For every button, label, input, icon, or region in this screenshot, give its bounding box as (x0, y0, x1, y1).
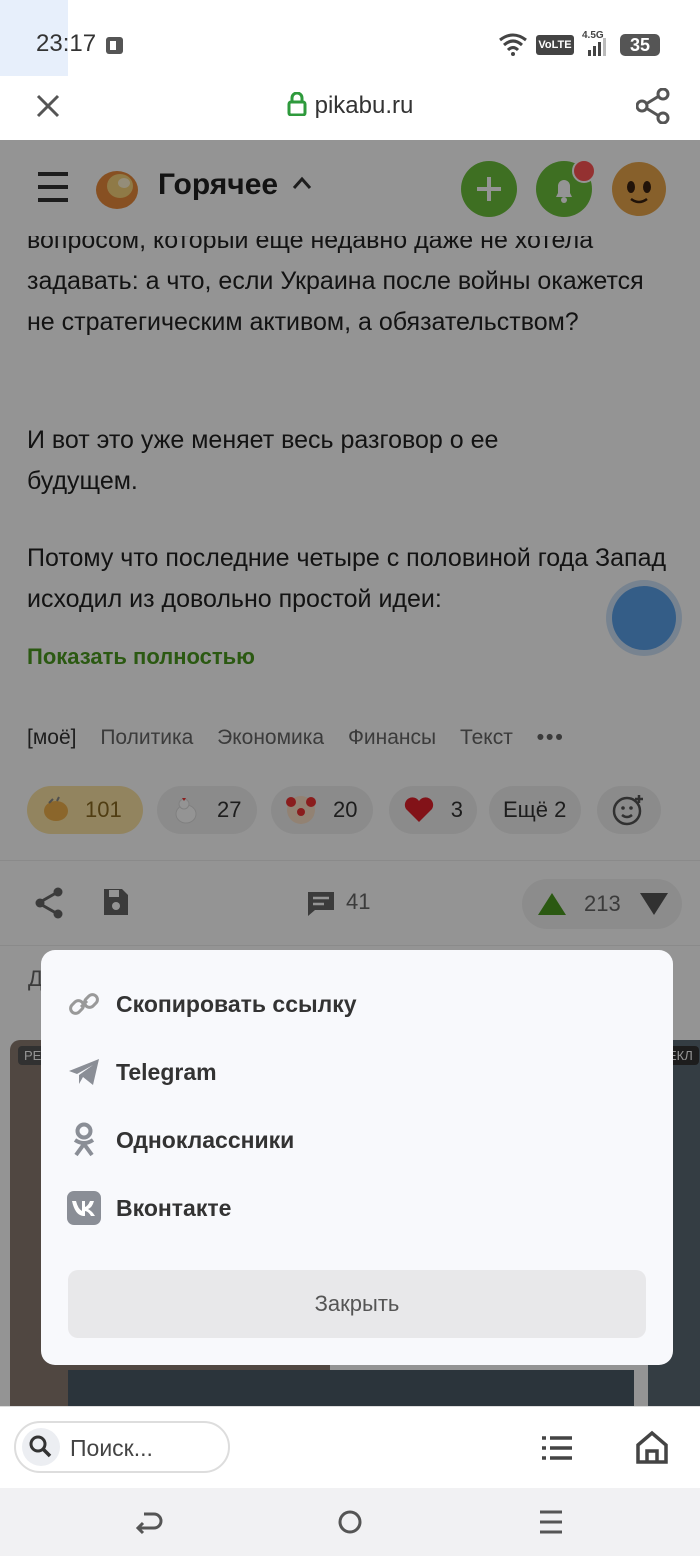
app-notification-icon (106, 37, 123, 54)
search-box[interactable] (14, 1421, 230, 1473)
share-option-label: Telegram (116, 1058, 217, 1085)
share-option-label: Скопировать ссылку (116, 990, 357, 1017)
odnoklassniki-option[interactable]: Одноклассники (67, 1116, 647, 1164)
vk-icon (72, 1201, 95, 1216)
close-dialog-button[interactable]: Закрыть (68, 1270, 646, 1338)
share-option-label: Вконтакте (116, 1194, 232, 1221)
home-nav-icon[interactable] (336, 1508, 364, 1536)
status-time: 23:17 (36, 30, 97, 57)
vkontakte-option[interactable]: Вконтакте (67, 1184, 647, 1232)
browser-bottom-bar (0, 1406, 700, 1489)
share-option-label: Одноклассники (116, 1126, 295, 1153)
status-bar: 23:17 VoLTE 4.5G 35 (0, 0, 700, 140)
odnoklassniki-icon (73, 1122, 95, 1157)
search-input[interactable] (68, 1431, 222, 1465)
telegram-option[interactable]: Telegram (67, 1048, 647, 1096)
search-button[interactable] (22, 1428, 60, 1466)
url-display[interactable]: pikabu.ru (0, 91, 700, 120)
share-icon[interactable] (636, 88, 670, 124)
home-icon[interactable] (634, 1429, 670, 1465)
link-icon (69, 993, 99, 1015)
system-nav-bar (0, 1488, 700, 1556)
battery-level: 35 (629, 35, 651, 55)
search-icon (29, 1435, 52, 1458)
share-dialog: Скопировать ссылку Telegram Одноклассник… (41, 950, 673, 1365)
battery-icon: 35 (620, 34, 660, 56)
browser-bar: pikabu.ru (0, 76, 700, 140)
back-icon[interactable] (134, 1508, 164, 1538)
tabs-list-icon[interactable] (540, 1435, 574, 1461)
volte-badge: VoLTE (536, 35, 574, 55)
signal-icon: 4.5G (582, 30, 610, 58)
url-text: pikabu.ru (314, 92, 414, 119)
lock-icon (287, 91, 307, 117)
telegram-icon (69, 1059, 99, 1085)
recents-icon[interactable] (538, 1508, 564, 1536)
wifi-icon (499, 33, 527, 56)
copy-link-option[interactable]: Скопировать ссылку (67, 980, 647, 1028)
